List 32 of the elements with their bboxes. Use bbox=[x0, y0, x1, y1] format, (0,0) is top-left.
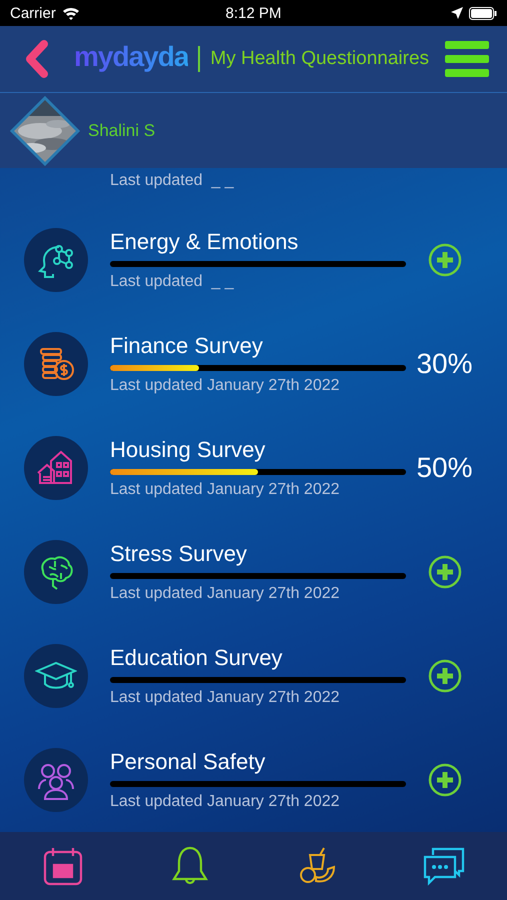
nav-tab[interactable] bbox=[42, 845, 84, 887]
wifi-icon bbox=[62, 6, 80, 20]
carrier-label: Carrier bbox=[10, 4, 56, 22]
calendar-icon bbox=[42, 845, 84, 887]
chat-icon bbox=[422, 845, 465, 887]
survey-title: Stress Survey bbox=[110, 541, 248, 567]
page-title: My Health Questionnaires bbox=[210, 48, 430, 70]
back-button[interactable] bbox=[24, 40, 50, 78]
last-updated-text: Last updated January 27th 2022 bbox=[110, 585, 341, 603]
survey-title: Housing Survey bbox=[110, 437, 266, 463]
last-updated-text: Last updated _ _ bbox=[110, 172, 234, 190]
add-button[interactable] bbox=[428, 659, 462, 693]
user-name: Shalini S bbox=[88, 120, 156, 140]
last-updated-text: Last updated January 27th 2022 bbox=[110, 793, 341, 811]
add-button[interactable] bbox=[428, 763, 462, 797]
percent-label: 30% bbox=[416, 348, 473, 380]
survey-title: Personal Safety bbox=[110, 749, 266, 775]
last-updated-text: Last updated January 27th 2022 bbox=[110, 689, 341, 707]
location-arrow-icon bbox=[450, 7, 463, 19]
menu-button[interactable] bbox=[445, 41, 489, 77]
nav-tab[interactable] bbox=[422, 845, 465, 887]
survey-title: Education Survey bbox=[110, 645, 284, 671]
clock-time: 8:12 PM bbox=[226, 4, 282, 22]
survey-title: Energy & Emotions bbox=[110, 229, 300, 255]
add-button[interactable] bbox=[428, 243, 462, 277]
last-updated-text: Last updated January 27th 2022 bbox=[110, 481, 341, 499]
percent-label: 50% bbox=[416, 452, 473, 484]
add-button[interactable] bbox=[428, 555, 462, 589]
survey-title: Finance Survey bbox=[110, 333, 264, 359]
last-updated-text: Last updated January 27th 2022 bbox=[110, 377, 341, 395]
last-updated-text: Last updated _ _ bbox=[110, 273, 235, 291]
battery-icon bbox=[468, 6, 497, 20]
